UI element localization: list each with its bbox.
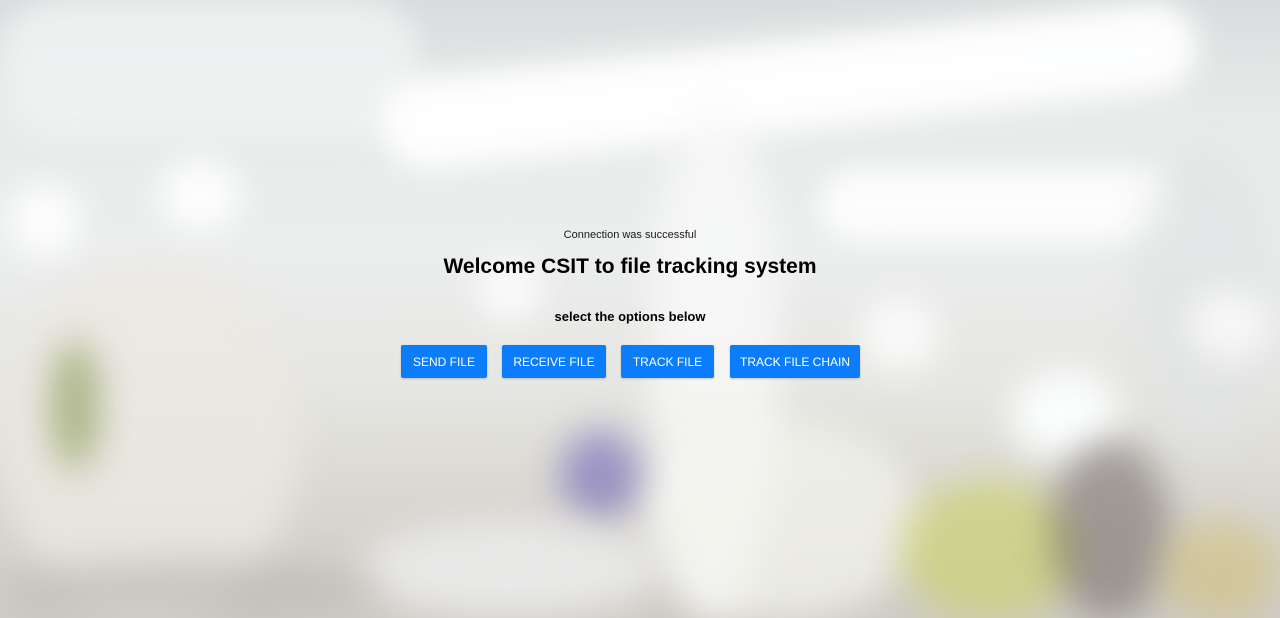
page-title: Welcome CSIT to file tracking system xyxy=(443,255,817,278)
track-file-chain-button[interactable]: TRACK FILE CHAIN xyxy=(730,345,860,378)
track-file-button[interactable]: TRACK FILE xyxy=(621,345,714,378)
send-file-button[interactable]: SEND FILE xyxy=(401,345,487,378)
connection-status-text: Connection was successful xyxy=(563,229,697,241)
receive-file-button[interactable]: RECEIVE FILE xyxy=(502,345,606,378)
main-content: Connection was successful Welcome CSIT t… xyxy=(0,0,1280,618)
options-instruction: select the options below xyxy=(554,309,706,324)
